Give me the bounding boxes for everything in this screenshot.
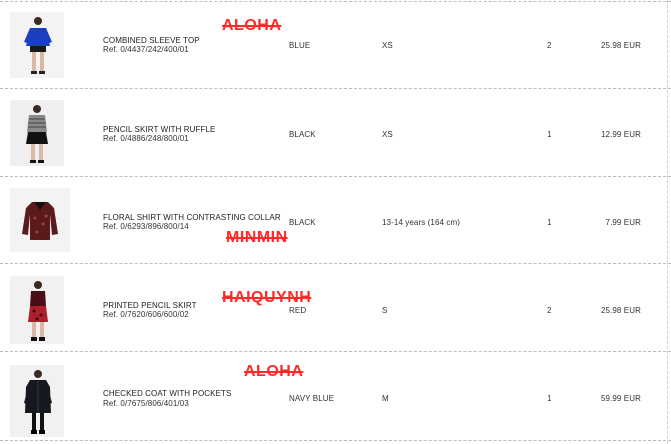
- product-name[interactable]: PRINTED PENCIL SKIRT: [103, 301, 197, 310]
- product-name[interactable]: COMBINED SLEEVE TOP: [103, 36, 200, 45]
- printed-skirt-product-photo[interactable]: [10, 276, 64, 344]
- product-name[interactable]: FLORAL SHIRT WITH CONTRASTING COLLAR: [103, 213, 281, 222]
- checked-coat-product-photo[interactable]: [10, 365, 64, 437]
- product-price: 7.99 EUR: [605, 218, 641, 227]
- overlay-stamp: ALOHA: [244, 363, 304, 380]
- product-color: RED: [289, 306, 307, 315]
- product-size: 13-14 years (164 cm): [382, 218, 461, 227]
- product-color: BLACK: [289, 130, 316, 139]
- table-row[interactable]: CHECKED COAT WITH POCKETS Ref. 0/7675/80…: [0, 351, 671, 441]
- overlay-stamp: HAIQUYNH: [222, 289, 312, 306]
- product-size: XS: [382, 41, 393, 50]
- product-ref: Ref. 0/7675/806/401/03: [103, 399, 189, 408]
- table-row[interactable]: PRINTED PENCIL SKIRT Ref. 0/7620/606/600…: [0, 263, 671, 351]
- product-qty: 1: [547, 130, 552, 139]
- product-ref: Ref. 0/4886/248/800/01: [103, 134, 189, 143]
- product-qty: 1: [547, 394, 552, 403]
- floral-shirt-product-photo[interactable]: [10, 188, 70, 252]
- product-price: 25.98 EUR: [600, 306, 641, 315]
- product-qty: 1: [547, 218, 552, 227]
- overlay-stamp: MINMIN: [226, 229, 288, 246]
- product-color: BLACK: [289, 218, 316, 227]
- table-row[interactable]: FLORAL SHIRT WITH CONTRASTING COLLAR Ref…: [0, 176, 671, 263]
- product-ref: Ref. 0/6293/896/800/14: [103, 222, 189, 231]
- table-row[interactable]: COMBINED SLEEVE TOP Ref. 0/4437/242/400/…: [0, 0, 671, 88]
- product-ref: Ref. 0/7620/606/600/02: [103, 310, 189, 319]
- product-qty: 2: [547, 306, 552, 315]
- product-name[interactable]: PENCIL SKIRT WITH RUFFLE: [103, 125, 216, 134]
- product-color: NAVY BLUE: [289, 394, 335, 403]
- overlay-stamp: ALOHA: [222, 17, 282, 34]
- product-ref: Ref. 0/4437/242/400/01: [103, 45, 189, 54]
- product-price: 12.99 EUR: [600, 130, 641, 139]
- product-name[interactable]: CHECKED COAT WITH POCKETS: [103, 389, 231, 398]
- pencil-skirt-product-photo[interactable]: [10, 100, 64, 166]
- product-size: XS: [382, 130, 393, 139]
- product-color: BLUE: [289, 41, 311, 50]
- table-row[interactable]: PENCIL SKIRT WITH RUFFLE Ref. 0/4886/248…: [0, 88, 671, 176]
- product-price: 25.98 EUR: [600, 41, 641, 50]
- blue-top-product-photo[interactable]: [10, 12, 64, 78]
- product-size: S: [382, 306, 388, 315]
- product-price: 59.99 EUR: [600, 394, 641, 403]
- product-qty: 2: [547, 41, 552, 50]
- product-size: M: [382, 394, 389, 403]
